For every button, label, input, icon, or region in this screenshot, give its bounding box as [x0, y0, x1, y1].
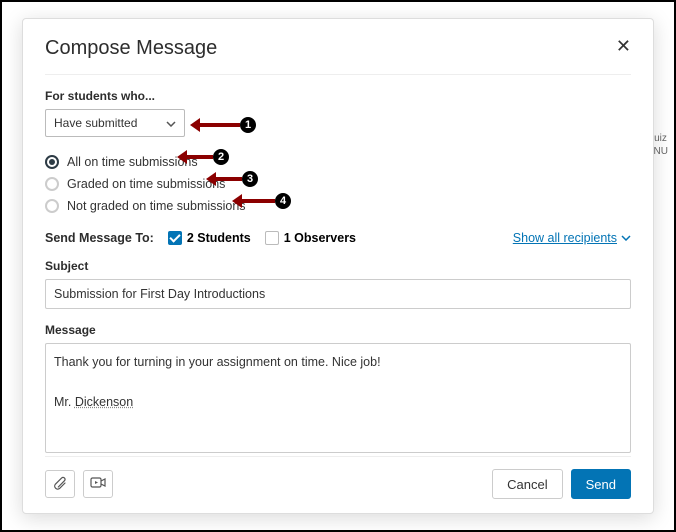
- observers-checkbox[interactable]: 1 Observers: [265, 231, 356, 245]
- radio-icon: [45, 177, 59, 191]
- message-signoff-prefix: Mr.: [54, 395, 75, 409]
- observers-count: 1 Observers: [284, 231, 356, 245]
- radio-icon: [45, 199, 59, 213]
- radio-label: Not graded on time submissions: [67, 199, 246, 213]
- message-textarea[interactable]: Thank you for turning in your assignment…: [45, 343, 631, 453]
- chevron-down-icon: [621, 235, 631, 241]
- cancel-button[interactable]: Cancel: [492, 469, 562, 499]
- close-icon: ✕: [616, 36, 631, 56]
- attachment-button[interactable]: [45, 470, 75, 498]
- send-to-row: Send Message To: 2 Students 1 Observers …: [45, 231, 631, 245]
- radio-not-graded-on-time[interactable]: Not graded on time submissions: [45, 195, 631, 217]
- filter-label: For students who...: [45, 89, 631, 103]
- checkbox-icon: [168, 231, 182, 245]
- send-to-label: Send Message To:: [45, 231, 154, 245]
- filter-select-value: Have submitted: [54, 116, 137, 130]
- modal-footer: Cancel Send: [45, 456, 631, 499]
- close-button[interactable]: ✕: [616, 37, 631, 55]
- checkbox-icon: [265, 231, 279, 245]
- media-comment-icon: [90, 477, 106, 491]
- show-all-recipients-link[interactable]: Show all recipients: [513, 231, 631, 245]
- paperclip-icon: [53, 476, 67, 492]
- subject-label: Subject: [45, 259, 631, 273]
- students-count: 2 Students: [187, 231, 251, 245]
- filter-select[interactable]: Have submitted: [45, 109, 185, 137]
- compose-message-modal: Compose Message ✕ For students who... Ha…: [22, 18, 654, 514]
- radio-graded-on-time[interactable]: Graded on time submissions: [45, 173, 631, 195]
- radio-all-on-time[interactable]: All on time submissions: [45, 151, 631, 173]
- media-button[interactable]: [83, 470, 113, 498]
- chevron-down-icon: [166, 116, 176, 130]
- message-signoff-name: Dickenson: [75, 395, 133, 409]
- modal-header: Compose Message ✕: [45, 37, 631, 75]
- radio-label: All on time submissions: [67, 155, 198, 169]
- radio-icon: [45, 155, 59, 169]
- message-line1: Thank you for turning in your assignment…: [54, 355, 381, 369]
- subject-input[interactable]: [45, 279, 631, 309]
- send-button[interactable]: Send: [571, 469, 631, 499]
- students-checkbox[interactable]: 2 Students: [168, 231, 251, 245]
- submission-filter-radios: All on time submissions Graded on time s…: [45, 151, 631, 217]
- radio-label: Graded on time submissions: [67, 177, 225, 191]
- message-label: Message: [45, 323, 631, 337]
- modal-title: Compose Message: [45, 37, 217, 60]
